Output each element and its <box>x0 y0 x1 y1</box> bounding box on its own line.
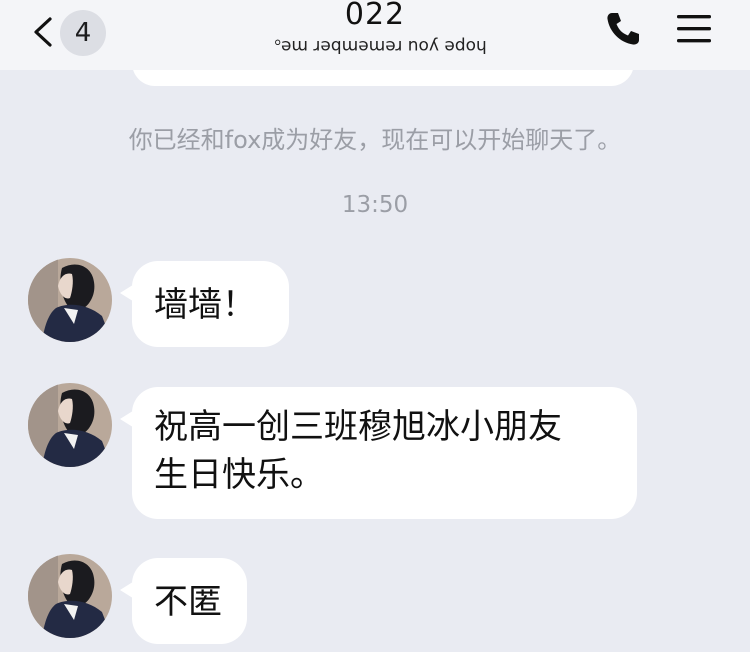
message-text-line: 生日快乐。 <box>154 455 324 495</box>
avatar[interactable] <box>28 383 112 467</box>
chat-subtitle-text: hope you remember me。 <box>263 36 487 56</box>
chat-screen: 4 022 hope you remember me。 你已经和fox成为好友，… <box>0 0 750 652</box>
message-bubble[interactable]: 祝高一创三班穆旭冰小朋友 生日快乐。 <box>120 387 637 519</box>
message-timestamp: 13:50 <box>341 192 409 218</box>
avatar-photo <box>28 554 112 638</box>
message-text: 墙墙！ <box>154 285 256 325</box>
message-bubble[interactable]: 不匿 <box>120 558 247 644</box>
phone-icon[interactable] <box>604 10 642 48</box>
avatar[interactable] <box>28 554 112 638</box>
menu-icon[interactable] <box>674 10 714 48</box>
avatar-photo <box>28 258 112 342</box>
avatar-photo <box>28 383 112 467</box>
message-bubble[interactable]: 墙墙！ <box>120 261 289 347</box>
chat-header: 4 022 hope you remember me。 <box>0 0 750 70</box>
avatar[interactable] <box>28 258 112 342</box>
message-text: 不匿 <box>154 582 222 622</box>
message-text-line: 祝高一创三班穆旭冰小朋友 <box>154 407 562 447</box>
friend-added-notice: 你已经和fox成为好友，现在可以开始聊天了。 <box>128 126 622 154</box>
